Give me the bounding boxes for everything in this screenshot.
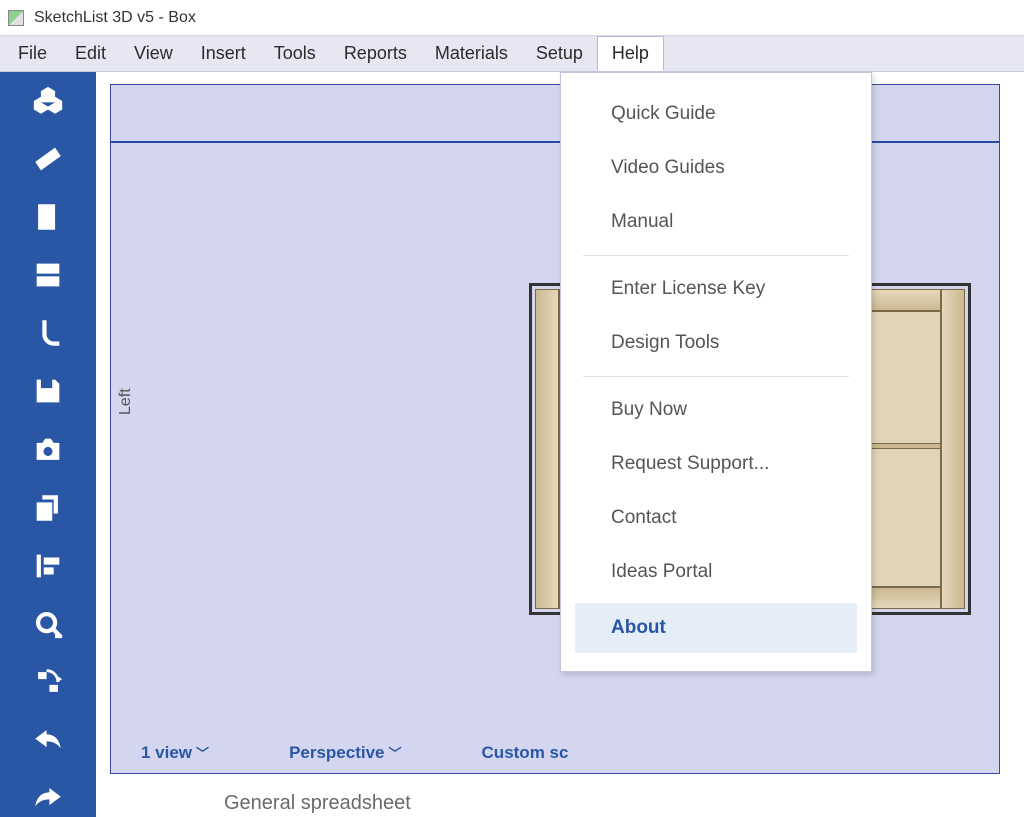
menu-edit[interactable]: Edit (61, 36, 120, 71)
menu-reports[interactable]: Reports (330, 36, 421, 71)
viewport-status: 1 view ﹀ Perspective ﹀ Custom sc (141, 743, 568, 763)
spreadsheet-panel-title: General spreadsheet (224, 792, 411, 815)
menu-file[interactable]: File (4, 36, 61, 71)
chevron-down-icon: ﹀ (389, 746, 402, 761)
axis-label-left: Left (117, 388, 135, 415)
menu-view[interactable]: View (120, 36, 187, 71)
chevron-down-icon: ﹀ (196, 746, 209, 761)
scale-dropdown[interactable]: Custom sc (482, 743, 569, 763)
menu-setup[interactable]: Setup (522, 36, 597, 71)
help-request-support[interactable]: Request Support... (561, 437, 871, 491)
menu-tools[interactable]: Tools (260, 36, 330, 71)
help-quick-guide[interactable]: Quick Guide (561, 87, 871, 141)
box-left-panel (535, 289, 559, 609)
help-contact[interactable]: Contact (561, 491, 871, 545)
help-dropdown: Quick Guide Video Guides Manual Enter Li… (560, 72, 872, 672)
menu-insert[interactable]: Insert (187, 36, 260, 71)
scale-label: Custom sc (482, 743, 569, 762)
view-count-dropdown[interactable]: 1 view ﹀ (141, 743, 209, 763)
menu-separator (583, 255, 849, 256)
box-right-panel (941, 289, 965, 609)
drawer-icon[interactable] (26, 256, 70, 294)
board-icon[interactable] (26, 140, 70, 178)
menu-help[interactable]: Help (597, 36, 664, 71)
help-buy-now[interactable]: Buy Now (561, 383, 871, 437)
redo-icon[interactable] (26, 779, 70, 817)
projection-dropdown[interactable]: Perspective ﹀ (289, 743, 401, 763)
titlebar: SketchList 3D v5 - Box (0, 0, 1024, 36)
undo-icon[interactable] (26, 721, 70, 759)
help-video-guides[interactable]: Video Guides (561, 141, 871, 195)
copy-icon[interactable] (26, 489, 70, 527)
view-count-label: 1 view (141, 743, 192, 762)
help-design-tools[interactable]: Design Tools (561, 316, 871, 370)
save-icon[interactable] (26, 372, 70, 410)
projection-label: Perspective (289, 743, 384, 762)
measure-icon[interactable] (26, 605, 70, 643)
assemblies-icon[interactable] (26, 82, 70, 120)
menu-separator (583, 376, 849, 377)
help-enter-license[interactable]: Enter License Key (561, 262, 871, 316)
menu-materials[interactable]: Materials (421, 36, 522, 71)
app-icon (8, 10, 24, 26)
tool-sidebar (0, 72, 96, 817)
rotate-icon[interactable] (26, 663, 70, 701)
door-icon[interactable] (26, 198, 70, 236)
help-about[interactable]: About (575, 603, 857, 653)
window-title: SketchList 3D v5 - Box (34, 9, 196, 27)
help-manual[interactable]: Manual (561, 195, 871, 249)
camera-icon[interactable] (26, 430, 70, 468)
menubar: File Edit View Insert Tools Reports Mate… (0, 36, 1024, 72)
help-ideas-portal[interactable]: Ideas Portal (561, 545, 871, 599)
handle-icon[interactable] (26, 314, 70, 352)
align-left-icon[interactable] (26, 547, 70, 585)
